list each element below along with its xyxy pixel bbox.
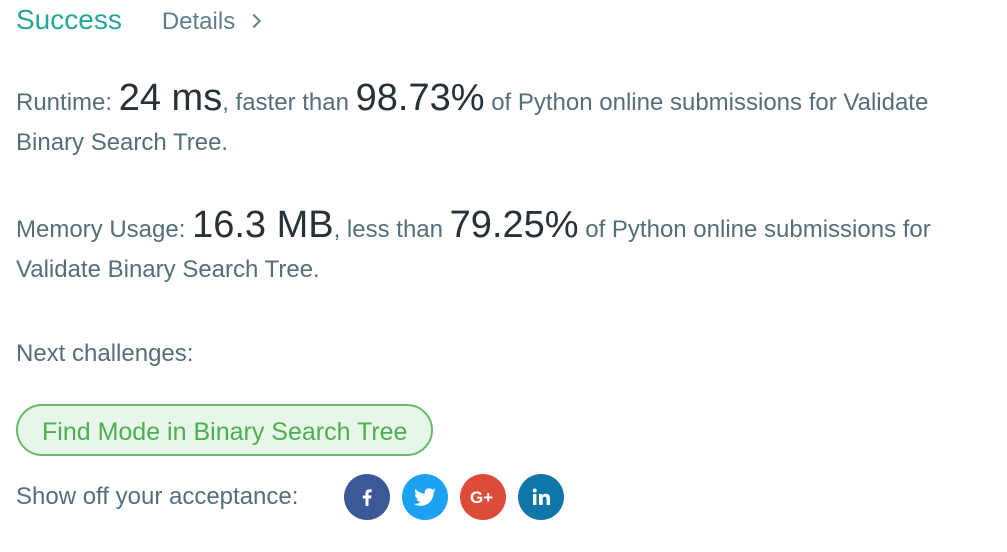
runtime-label: Runtime: [16,89,113,116]
social-icons: G+ [344,474,576,520]
google-plus-icon[interactable]: G+ [460,474,507,520]
runtime-percent: 98.73% [355,77,485,119]
memory-label: Memory Usage: [16,216,186,243]
result-header: Success Details [16,0,996,46]
submission-result-panel: Success Details Runtime: 24 ms, faster t… [16,0,996,520]
details-label: Details [161,8,236,35]
svg-text:G+: G+ [470,488,493,507]
linkedin-icon[interactable] [518,474,565,520]
facebook-icon[interactable] [344,474,391,520]
runtime-middle-text: , faster than [222,89,349,116]
next-challenges-label: Next challenges: [16,340,194,367]
details-link[interactable]: Details [161,8,262,36]
share-row: Show off your acceptance: G+ [16,474,996,520]
twitter-icon[interactable] [402,474,449,520]
memory-middle-text: , less than [333,216,443,243]
status-label: Success [16,4,122,35]
memory-value: 16.3 MB [192,204,334,246]
challenge-button[interactable]: Find Mode in Binary Search Tree [16,404,434,456]
runtime-value: 24 ms [118,77,223,119]
memory-stat: Memory Usage: 16.3 MB, less than 79.25% … [16,205,996,290]
runtime-stat: Runtime: 24 ms, faster than 98.73% of Py… [16,78,996,163]
chevron-right-icon [247,13,262,29]
share-label: Show off your acceptance: [16,483,299,510]
memory-percent: 79.25% [449,204,579,246]
